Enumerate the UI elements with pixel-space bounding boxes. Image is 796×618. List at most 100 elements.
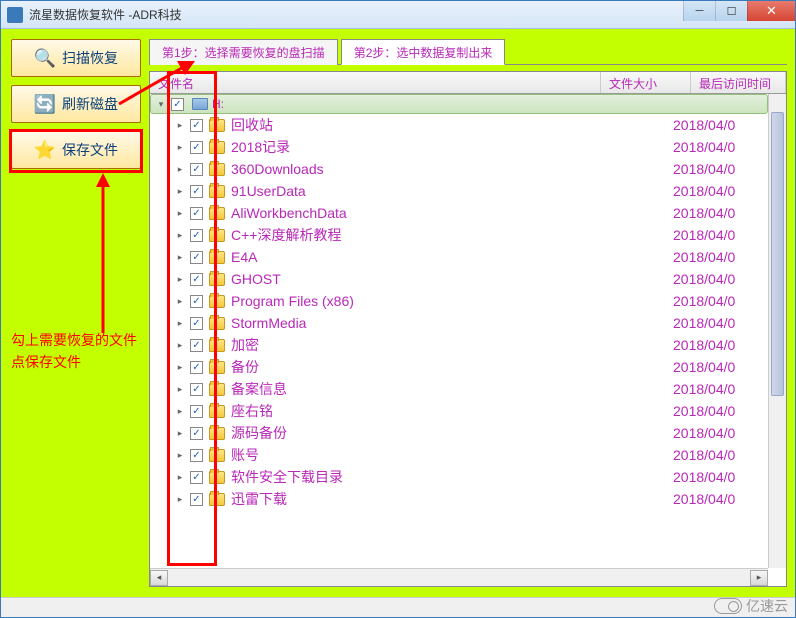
col-filesize[interactable]: 文件大小 [601, 72, 691, 93]
folder-date: 2018/04/0 [673, 161, 768, 177]
scrollbar-horizontal[interactable]: ◂ ▸ [150, 568, 768, 586]
drive-row[interactable]: ▾ ✓ H: [150, 94, 768, 114]
folder-checkbox[interactable]: ✓ [190, 163, 203, 176]
folder-icon [209, 251, 225, 264]
folder-name: StormMedia [231, 315, 583, 331]
expand-icon[interactable]: ▸ [174, 427, 186, 439]
folder-row[interactable]: ▸✓91UserData2018/04/0 [150, 180, 768, 202]
scrollbar-vertical[interactable] [768, 94, 786, 568]
expand-icon[interactable]: ▸ [174, 251, 186, 263]
folder-icon [209, 185, 225, 198]
folder-checkbox[interactable]: ✓ [190, 427, 203, 440]
scan-button[interactable]: 🔍 扫描恢复 [11, 39, 141, 77]
folder-icon [209, 405, 225, 418]
folder-row[interactable]: ▸✓软件安全下载目录2018/04/0 [150, 466, 768, 488]
folder-row[interactable]: ▸✓AliWorkbenchData2018/04/0 [150, 202, 768, 224]
expand-icon[interactable]: ▸ [174, 295, 186, 307]
folder-name: 迅雷下载 [231, 489, 583, 509]
expand-icon[interactable]: ▸ [174, 361, 186, 373]
folder-checkbox[interactable]: ✓ [190, 449, 203, 462]
folder-name: E4A [231, 249, 583, 265]
expand-icon[interactable]: ▸ [174, 317, 186, 329]
folder-row[interactable]: ▸✓E4A2018/04/0 [150, 246, 768, 268]
folder-row[interactable]: ▸ ✓ 迅雷下载 2018/04/0 [150, 488, 768, 510]
scroll-right-icon[interactable]: ▸ [750, 570, 768, 586]
folder-icon [209, 163, 225, 176]
tab-step1[interactable]: 第1步：选择需要恢复的盘扫描 [149, 39, 338, 65]
expand-icon[interactable]: ▸ [174, 141, 186, 153]
folder-checkbox[interactable]: ✓ [190, 141, 203, 154]
folder-icon [209, 361, 225, 374]
folder-icon [209, 427, 225, 440]
folder-row[interactable]: ▸✓源码备份2018/04/0 [150, 422, 768, 444]
folder-checkbox[interactable]: ✓ [190, 361, 203, 374]
expand-icon[interactable]: ▸ [174, 405, 186, 417]
col-lastaccess[interactable]: 最后访问时间 [691, 72, 786, 93]
annotation-arrow-save [91, 173, 115, 333]
tab-step2[interactable]: 第2步：选中数据复制出来 [341, 39, 506, 65]
expand-icon[interactable]: ▸ [174, 207, 186, 219]
folder-checkbox[interactable]: ✓ [190, 251, 203, 264]
folder-checkbox[interactable]: ✓ [190, 273, 203, 286]
folder-row[interactable]: ▸✓备份2018/04/0 [150, 356, 768, 378]
refresh-button[interactable]: 🔄 刷新磁盘 [11, 85, 141, 123]
folder-row[interactable]: ▸✓2018记录2018/04/0 [150, 136, 768, 158]
folder-row[interactable]: ▸✓360Downloads2018/04/0 [150, 158, 768, 180]
column-headers: 文件名 文件大小 最后访问时间 [150, 72, 786, 94]
col-filename[interactable]: 文件名 [150, 72, 601, 93]
titlebar[interactable]: 流星数据恢复软件 -ADR科技 ─ ☐ ✕ [1, 1, 795, 29]
folder-checkbox[interactable]: ✓ [190, 493, 203, 506]
maximize-button[interactable]: ☐ [715, 1, 747, 21]
app-icon [7, 7, 23, 23]
folder-row[interactable]: ▸✓备案信息2018/04/0 [150, 378, 768, 400]
folder-name: 源码备份 [231, 423, 583, 443]
minimize-button[interactable]: ─ [683, 1, 715, 21]
folder-icon [209, 449, 225, 462]
folder-date: 2018/04/0 [673, 491, 768, 507]
folder-row[interactable]: ▸✓回收站2018/04/0 [150, 114, 768, 136]
folder-checkbox[interactable]: ✓ [190, 229, 203, 242]
folder-row[interactable]: ▸✓账号2018/04/0 [150, 444, 768, 466]
folder-checkbox[interactable]: ✓ [190, 119, 203, 132]
folder-checkbox[interactable]: ✓ [190, 295, 203, 308]
expand-icon[interactable]: ▸ [174, 163, 186, 175]
watermark-icon [714, 598, 742, 614]
folder-date: 2018/04/0 [673, 469, 768, 485]
expand-icon[interactable]: ▸ [174, 119, 186, 131]
expand-icon[interactable]: ▸ [174, 185, 186, 197]
collapse-icon[interactable]: ▾ [155, 98, 167, 110]
expand-icon[interactable]: ▸ [174, 383, 186, 395]
expand-icon[interactable]: ▸ [174, 449, 186, 461]
folder-checkbox[interactable]: ✓ [190, 383, 203, 396]
close-button[interactable]: ✕ [747, 1, 795, 21]
folder-row[interactable]: ▸✓StormMedia2018/04/0 [150, 312, 768, 334]
folder-row[interactable]: ▸✓GHOST2018/04/0 [150, 268, 768, 290]
expand-icon[interactable]: ▸ [174, 471, 186, 483]
file-tree[interactable]: ▾ ✓ H: ▸✓回收站2018/04/0▸✓2018记录2018/04/0▸✓… [150, 94, 768, 568]
drive-checkbox[interactable]: ✓ [171, 98, 184, 111]
expand-icon[interactable]: ▸ [174, 339, 186, 351]
expand-icon[interactable]: ▸ [174, 273, 186, 285]
folder-checkbox[interactable]: ✓ [190, 185, 203, 198]
folder-date: 2018/04/0 [673, 183, 768, 199]
folder-row[interactable]: ▸✓加密2018/04/0 [150, 334, 768, 356]
scrollbar-thumb[interactable] [771, 112, 784, 396]
expand-icon[interactable]: ▸ [174, 229, 186, 241]
expand-icon[interactable]: ▸ [174, 493, 186, 505]
folder-row[interactable]: ▸✓C++深度解析教程2018/04/0 [150, 224, 768, 246]
folder-checkbox[interactable]: ✓ [190, 339, 203, 352]
refresh-icon: 🔄 [34, 93, 56, 115]
file-panel: 文件名 文件大小 最后访问时间 ▾ ✓ H: ▸✓回收站2018/04/0▸✓2… [149, 71, 787, 587]
folder-row[interactable]: ▸✓Program Files (x86)2018/04/0 [150, 290, 768, 312]
folder-icon [209, 295, 225, 308]
folder-checkbox[interactable]: ✓ [190, 317, 203, 330]
scroll-left-icon[interactable]: ◂ [150, 570, 168, 586]
folder-checkbox[interactable]: ✓ [190, 207, 203, 220]
folder-date: 2018/04/0 [673, 447, 768, 463]
folder-checkbox[interactable]: ✓ [190, 405, 203, 418]
annotation-text: 勾上需要恢复的文件 点保存文件 [11, 329, 137, 373]
folder-checkbox[interactable]: ✓ [190, 471, 203, 484]
folder-row[interactable]: ▸✓座右铭2018/04/0 [150, 400, 768, 422]
folder-icon [209, 229, 225, 242]
save-button[interactable]: ⭐ 保存文件 [11, 131, 141, 169]
